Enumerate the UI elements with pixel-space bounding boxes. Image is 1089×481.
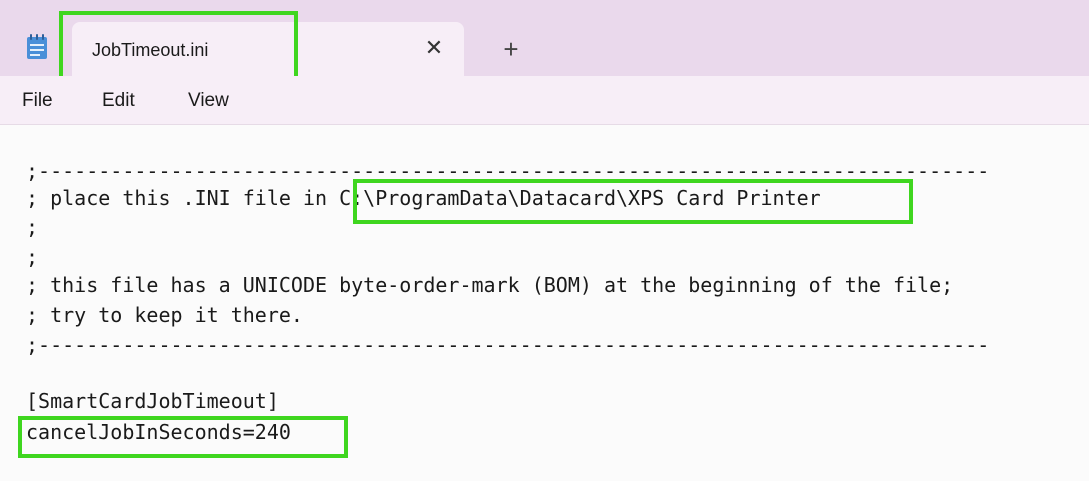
new-tab-button[interactable]: + (496, 34, 526, 64)
tab-title: JobTimeout.ini (92, 40, 209, 60)
notepad-window: JobTimeout.ini ✕ + File Edit View ;-----… (0, 0, 1089, 481)
tab-jobtimeout[interactable]: JobTimeout.ini ✕ (72, 22, 464, 76)
menu-view[interactable]: View (188, 90, 229, 112)
editor-line: ; try to keep it there. (26, 303, 303, 327)
editor-line: ; (26, 245, 39, 269)
menu-bar: File Edit View (0, 76, 1089, 125)
editor-line: ; (26, 215, 39, 239)
editor-line: cancelJobInSeconds=240 (26, 420, 291, 444)
editor-line: ; place this .INI file in C:\ProgramData… (26, 186, 821, 210)
editor-line: ;---------------------------------------… (26, 159, 990, 183)
notepad-icon (27, 34, 47, 59)
editor-line: [SmartCardJobTimeout] (26, 389, 279, 413)
title-bar: JobTimeout.ini ✕ + (0, 0, 1089, 76)
menu-edit[interactable]: Edit (102, 90, 135, 112)
editor-line: ;---------------------------------------… (26, 333, 990, 357)
close-tab-button[interactable]: ✕ (420, 34, 448, 62)
text-editor[interactable]: ;---------------------------------------… (0, 125, 1089, 481)
editor-line: ; this file has a UNICODE byte-order-mar… (26, 273, 954, 297)
menu-file[interactable]: File (22, 90, 53, 112)
